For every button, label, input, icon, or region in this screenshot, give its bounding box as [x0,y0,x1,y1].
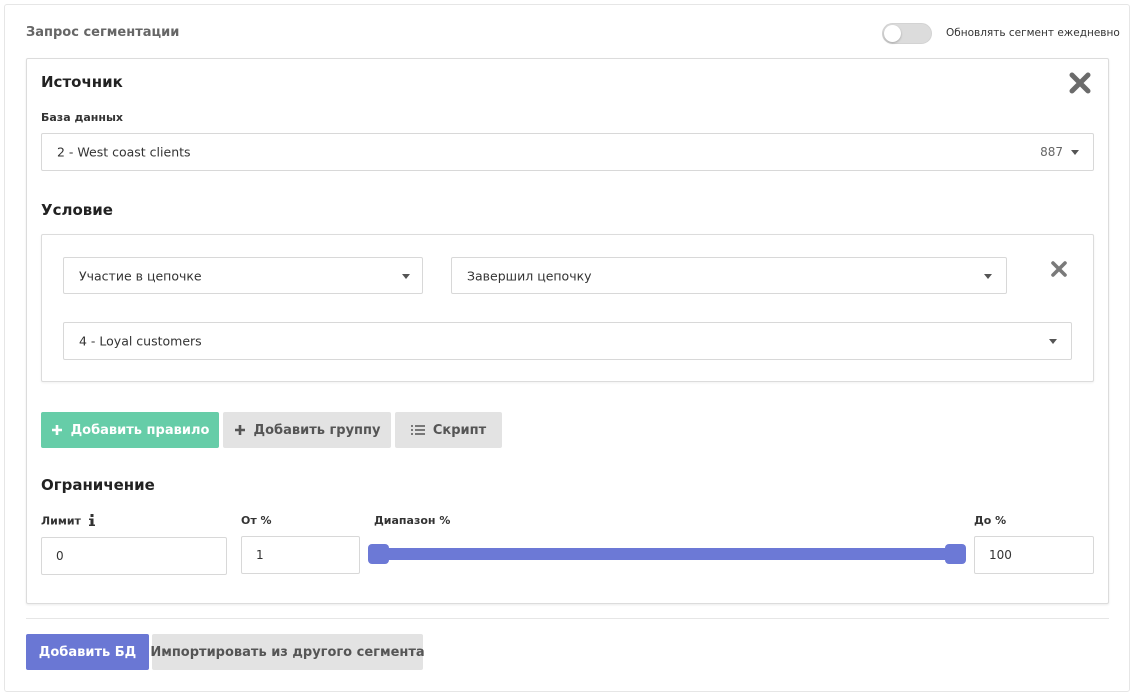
database-select-value: 2 - West coast clients [57,144,191,160]
daily-update-toggle[interactable] [882,23,932,44]
from-percent-value: 1 [256,548,264,562]
limit-input-value: 0 [56,549,64,563]
rule-target-select[interactable]: 4 - Loyal customers [63,322,1072,360]
rule-type-value: Участие в цепочке [79,268,202,283]
range-percent-label: Диапазон % [374,514,451,527]
limit-title: Ограничение [41,476,155,494]
limit-input[interactable]: 0 [41,537,227,575]
add-rule-button[interactable]: Добавить правило [41,412,219,448]
add-db-button[interactable]: Добавить БД [26,634,149,670]
add-rule-label: Добавить правило [70,422,210,438]
rule-state-select[interactable]: Завершил цепочку [451,257,1007,294]
range-slider-max-handle[interactable] [945,544,966,564]
rule-state-value: Завершил цепочку [467,268,592,283]
to-percent-input[interactable]: 100 [974,536,1094,574]
remove-source-close-icon[interactable] [1068,71,1092,95]
list-icon [410,424,425,436]
daily-update-label: Обновлять сегмент ежедневно [946,27,1120,39]
info-icon[interactable] [88,514,95,529]
add-group-button[interactable]: Добавить группу [223,412,391,448]
add-db-label: Добавить БД [38,644,137,660]
script-button[interactable]: Скрипт [395,412,502,448]
database-count: 887 [1040,145,1063,159]
panel-title: Запрос сегментации [26,25,180,40]
range-slider-track[interactable] [378,548,955,560]
to-percent-value: 100 [989,548,1012,562]
chevron-down-icon [984,273,992,279]
remove-rule-close-icon[interactable] [1050,260,1068,278]
add-group-label: Добавить группу [253,422,381,438]
database-label: База данных [41,111,124,124]
database-select[interactable]: 2 - West coast clients 887 [41,133,1094,171]
chevron-down-icon [1049,339,1057,344]
condition-title: Условие [41,201,113,219]
import-segment-label: Импортировать из другого сегмента [150,644,425,660]
range-slider-min-handle[interactable] [368,544,389,564]
to-percent-label: До % [974,514,1007,527]
toggle-knob [884,25,901,42]
from-percent-label: От % [241,514,272,527]
script-label: Скрипт [432,422,487,438]
limit-label-text: Лимит [41,514,81,528]
limit-field-label: Лимит [41,514,95,529]
chevron-down-icon [1071,150,1079,155]
from-percent-input[interactable]: 1 [241,536,360,574]
rule-type-select[interactable]: Участие в цепочке [63,257,423,294]
rule-target-value: 4 - Loyal customers [79,333,202,349]
import-segment-button[interactable]: Импортировать из другого сегмента [150,634,425,670]
plus-icon [234,424,246,436]
plus-icon [51,424,63,436]
source-title: Источник [41,73,123,91]
chevron-down-icon [402,273,410,279]
footer-divider [26,618,1109,619]
